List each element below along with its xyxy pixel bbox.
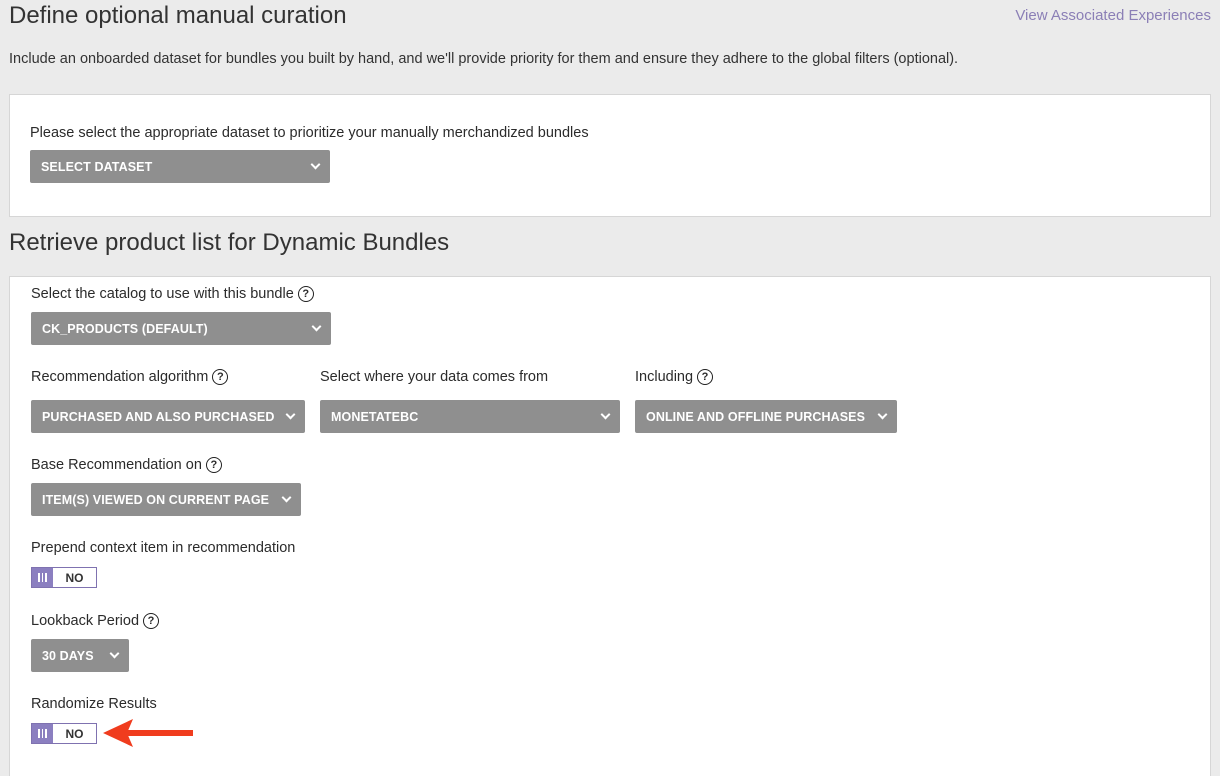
base-recommendation-dropdown[interactable]: ITEM(S) VIEWED ON CURRENT PAGE [31,483,301,516]
toggle-handle-icon [32,724,53,743]
including-dropdown-value: ONLINE AND OFFLINE PURCHASES [646,409,866,424]
manual-curation-panel: Please select the appropriate dataset to… [9,94,1211,217]
including-dropdown[interactable]: ONLINE AND OFFLINE PURCHASES [635,400,897,433]
data-source-dropdown[interactable]: MONETATEBC [320,400,620,433]
chevron-down-icon [877,409,888,420]
annotation-arrow-icon [103,719,193,747]
base-recommendation-label: Base Recommendation on ? [31,457,222,473]
prepend-context-toggle[interactable]: NO [31,567,97,588]
help-icon[interactable]: ? [212,369,229,385]
select-dataset-dropdown[interactable]: SELECT DATASET [30,150,330,183]
chevron-down-icon [109,648,120,659]
data-source-label: Select where your data comes from [320,369,549,385]
dataset-dropdown-value: SELECT DATASET [41,159,153,174]
algorithm-label: Recommendation algorithm ? [31,369,229,385]
data-source-dropdown-value: MONETATEBC [331,409,419,424]
help-icon[interactable]: ? [697,369,714,385]
chevron-down-icon [311,321,322,332]
lookback-dropdown-value: 30 DAYS [42,648,94,663]
randomize-results-toggle[interactable]: NO [31,723,97,744]
section-title-manual-curation: Define optional manual curation [9,2,347,29]
lookback-period-label: Lookback Period ? [31,613,160,629]
chevron-down-icon [310,159,321,170]
chevron-down-icon [281,492,292,503]
algorithm-dropdown[interactable]: PURCHASED AND ALSO PURCHASED [31,400,305,433]
toggle-state: NO [65,726,84,741]
randomize-results-label: Randomize Results [31,696,157,712]
chevron-down-icon [600,409,611,420]
prepend-context-label: Prepend context item in recommendation [31,540,296,556]
help-icon[interactable]: ? [297,286,314,302]
toggle-state: NO [65,570,84,585]
chevron-down-icon [285,409,296,420]
algorithm-dropdown-value: PURCHASED AND ALSO PURCHASED [42,409,275,424]
lookback-period-dropdown[interactable]: 30 DAYS [31,639,129,672]
including-label: Including ? [635,369,714,385]
help-icon[interactable]: ? [143,613,160,629]
base-recommendation-dropdown-value: ITEM(S) VIEWED ON CURRENT PAGE [42,492,270,507]
toggle-handle-icon [32,568,53,587]
view-associated-experiences-link[interactable]: View Associated Experiences [1015,7,1211,24]
manual-curation-description: Include an onboarded dataset for bundles… [9,51,959,67]
catalog-dropdown-value: CK_PRODUCTS (DEFAULT) [42,321,208,336]
catalog-dropdown[interactable]: CK_PRODUCTS (DEFAULT) [31,312,331,345]
section-title-dynamic-bundles: Retrieve product list for Dynamic Bundle… [9,229,450,256]
dataset-label: Please select the appropriate dataset to… [30,125,589,141]
dynamic-bundles-panel: Select the catalog to use with this bund… [9,276,1211,776]
help-icon[interactable]: ? [205,457,222,473]
catalog-label: Select the catalog to use with this bund… [31,286,314,302]
